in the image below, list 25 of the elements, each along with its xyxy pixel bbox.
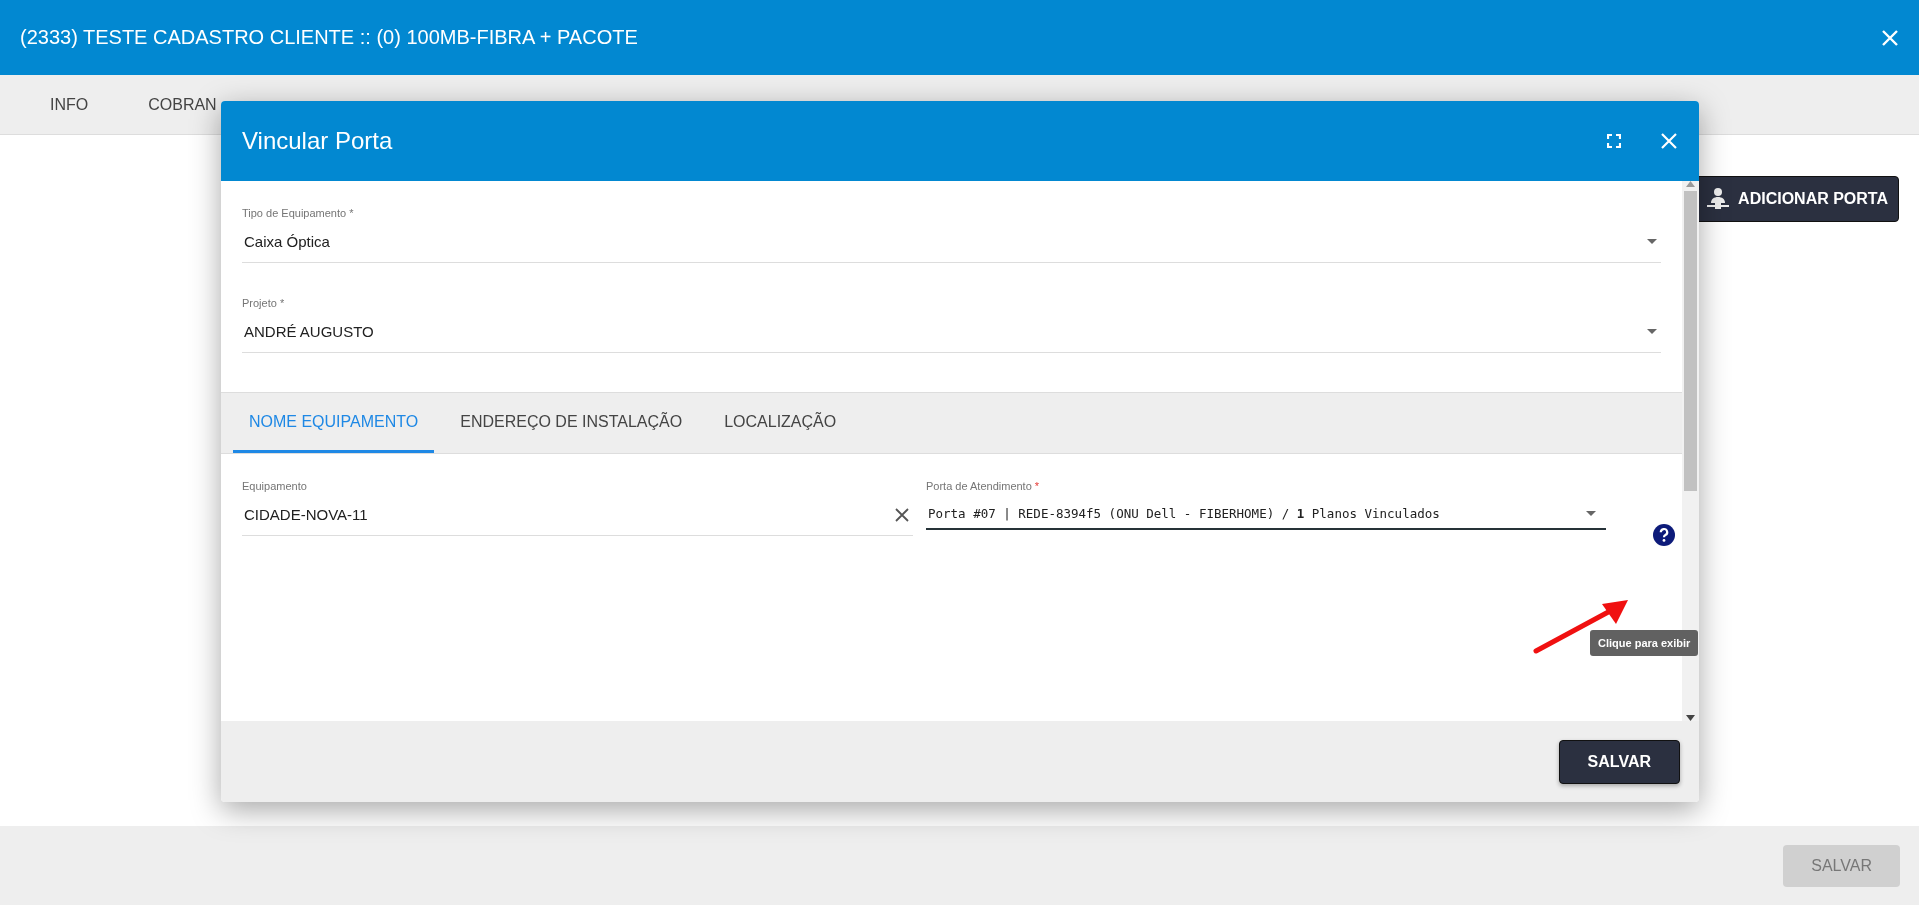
tab[interactable]: INFO: [20, 95, 119, 114]
person-icon: [1706, 187, 1731, 211]
window-title: (2333) TESTE CADASTRO CLIENTE :: (0) 100MB-FIBRA + PACOTE: [20, 26, 638, 49]
dialog-title: Vincular Porta: [242, 127, 394, 155]
field-label: Projeto *: [242, 297, 286, 309]
input-field[interactable]: CIDADE-NOVA-11: [242, 506, 913, 536]
dropdown-caret-icon[interactable]: [1586, 511, 1596, 516]
select-field[interactable]: Porta #07 | REDE-8394f5 (ONU Dell - FIBERHOME) / 1 Planos Vinculados: [926, 506, 1606, 530]
fullscreen-icon[interactable]: [1607, 134, 1621, 148]
tab[interactable]: LOCALIZAÇÃO: [708, 393, 853, 453]
close-button[interactable]: [1881, 28, 1899, 47]
field-label: Tipo de Equipamento *: [242, 207, 355, 219]
help-icon[interactable]: [1653, 524, 1675, 546]
tooltip: Clique para exibir: [1590, 630, 1699, 656]
save-button[interactable]: SALVAR: [1558, 739, 1680, 784]
select-field[interactable]: ANDRÉ AUGUSTO: [242, 323, 1661, 353]
close-icon[interactable]: [1661, 133, 1677, 149]
tab[interactable]: COBRAN: [118, 95, 247, 114]
field-label: Equipamento: [242, 480, 308, 492]
field-label: Porta de Atendimento *: [926, 480, 1041, 492]
select-field[interactable]: Caixa Óptica: [242, 233, 1661, 263]
dropdown-caret-icon[interactable]: [1647, 239, 1657, 244]
clear-icon[interactable]: [895, 507, 909, 522]
tab[interactable]: ENDEREÇO DE INSTALAÇÃO: [444, 393, 699, 453]
dropdown-caret-icon[interactable]: [1647, 329, 1657, 334]
